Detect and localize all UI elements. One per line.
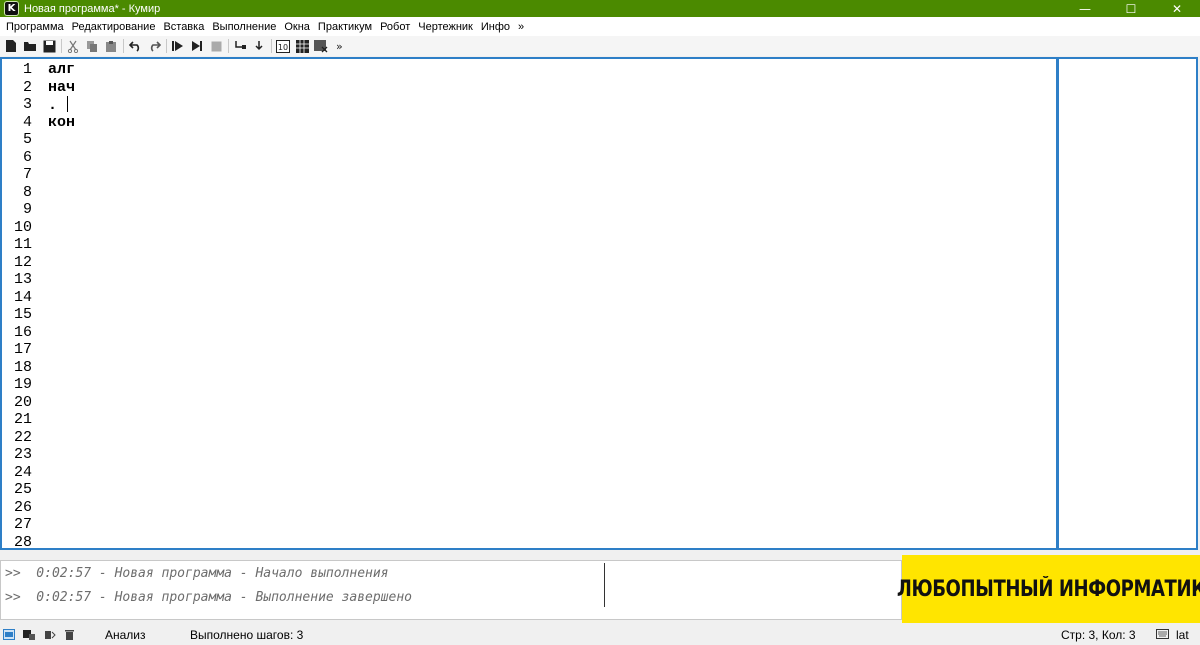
line-number: 23 [13, 446, 32, 463]
line-number: 11 [13, 236, 32, 253]
menu-robot[interactable]: Робот [376, 21, 414, 33]
svg-text:10: 10 [278, 43, 288, 52]
run-icon[interactable] [170, 38, 186, 54]
menu-edit[interactable]: Редактирование [68, 21, 160, 33]
step-out-icon[interactable] [251, 38, 267, 54]
new-file-icon[interactable] [3, 38, 19, 54]
console-divider[interactable] [604, 563, 605, 607]
line-number: 15 [13, 306, 32, 323]
window-title: Новая программа* - Кумир [24, 2, 161, 15]
line-number: 21 [13, 411, 32, 428]
line-number: 25 [13, 481, 32, 498]
line-number: 28 [13, 533, 32, 551]
title-bar: K Новая программа* - Кумир — ☐ ✕ [0, 0, 1200, 17]
code-editor[interactable]: 1 2 3 4 5 6 7 8 9 10 11 12 13 14 15 16 17 18 19 20 21 22 23 24 2… [0, 57, 1058, 551]
redo-icon[interactable] [146, 38, 162, 54]
maximize-button[interactable]: ☐ [1108, 0, 1154, 17]
step-into-icon[interactable] [232, 38, 248, 54]
banner-text: ЛЮБОПЫТНЫЙ ИНФОРМАТИК [896, 576, 1200, 602]
toolbar-separator [61, 39, 62, 53]
line-number: 4 [22, 113, 32, 131]
debug-icon[interactable] [43, 628, 56, 640]
run-mode-icon[interactable] [22, 628, 35, 640]
status-bar: Анализ Выполнено шагов: 3 Стр: 3, Кол: 3… [0, 624, 1200, 645]
text-cursor [67, 96, 69, 112]
line-number: 10 [13, 218, 32, 236]
line-number: 16 [13, 323, 32, 341]
copy-icon[interactable] [84, 38, 100, 54]
menu-run[interactable]: Выполнение [208, 21, 280, 33]
code-line[interactable]: алг [48, 61, 75, 79]
line-number: 8 [22, 183, 32, 201]
menu-practicum[interactable]: Практикум [314, 21, 376, 33]
watermark-banner: ЛЮБОПЫТНЫЙ ИНФОРМАТИК [897, 555, 1200, 623]
code-line[interactable]: нач [48, 79, 75, 97]
line-number: 24 [13, 463, 32, 481]
toolbar-separator [123, 39, 124, 53]
menu-more[interactable]: » [514, 21, 528, 33]
stop-icon[interactable] [208, 38, 224, 54]
toolbar: 10 » [0, 36, 1200, 56]
line-number: 14 [13, 288, 32, 306]
line-number-gutter: 1 2 3 4 5 6 7 8 9 10 11 12 13 14 15 16 17 18 19 20 21 22 23 24 2… [2, 59, 40, 551]
code-line-text: кон [48, 113, 76, 131]
table-icon[interactable] [313, 38, 329, 54]
menu-bar: Программа Редактирование Вставка Выполне… [0, 17, 1200, 36]
cut-icon[interactable] [65, 38, 81, 54]
code-line-text: нач [48, 78, 76, 96]
toolbar-separator [166, 39, 167, 53]
line-number: 3 [22, 96, 32, 113]
toolbar-more-button[interactable]: » [336, 40, 343, 53]
menu-info[interactable]: Инфо [477, 21, 514, 33]
code-line[interactable]: кон [48, 114, 75, 132]
console-icon[interactable] [2, 628, 15, 640]
line-number: 20 [13, 393, 32, 411]
run-step-icon[interactable] [189, 38, 205, 54]
line-number: 1 [22, 61, 32, 78]
ten-icon[interactable]: 10 [275, 38, 291, 54]
trash-icon[interactable] [63, 628, 76, 640]
code-line-text: . [48, 97, 67, 114]
console-line: >> 0:02:57 - Новая программа - Начало вы… [5, 566, 389, 581]
status-steps: Выполнено шагов: 3 [190, 628, 304, 642]
line-number: 27 [13, 516, 32, 533]
output-console: >> 0:02:57 - Новая программа - Начало вы… [0, 560, 902, 620]
grid-icon[interactable] [294, 38, 310, 54]
console-line: >> 0:02:57 - Новая программа - Выполнени… [5, 590, 412, 605]
kumir-app-icon: K [4, 1, 19, 16]
line-number: 13 [13, 271, 32, 288]
undo-icon[interactable] [127, 38, 143, 54]
line-number: 19 [13, 376, 32, 393]
line-number: 12 [13, 253, 32, 271]
menu-windows[interactable]: Окна [280, 21, 314, 33]
status-keyboard-layout: lat [1176, 628, 1189, 642]
line-number: 26 [13, 498, 32, 516]
menu-drawer[interactable]: Чертежник [414, 21, 477, 33]
line-number: 2 [22, 78, 32, 96]
menu-insert[interactable]: Вставка [159, 21, 208, 33]
line-number: 18 [13, 358, 32, 376]
line-number: 6 [22, 148, 32, 166]
side-panel [1057, 57, 1198, 550]
status-cursor-position: Стр: 3, Кол: 3 [1061, 628, 1136, 642]
code-line[interactable]: . [48, 96, 69, 115]
line-number: 7 [22, 166, 32, 183]
line-number: 5 [22, 131, 32, 148]
menu-program[interactable]: Программа [2, 21, 68, 33]
paste-icon[interactable] [103, 38, 119, 54]
toolbar-separator [228, 39, 229, 53]
status-mode: Анализ [105, 628, 146, 642]
toolbar-separator [271, 39, 272, 53]
line-number: 17 [13, 341, 32, 358]
code-line-text: алг [48, 61, 76, 78]
close-button[interactable]: ✕ [1154, 0, 1200, 17]
line-number: 9 [22, 201, 32, 218]
open-folder-icon[interactable] [22, 38, 38, 54]
save-icon[interactable] [41, 38, 57, 54]
keyboard-icon [1156, 628, 1169, 640]
line-number: 22 [13, 428, 32, 446]
minimize-button[interactable]: — [1062, 0, 1108, 17]
